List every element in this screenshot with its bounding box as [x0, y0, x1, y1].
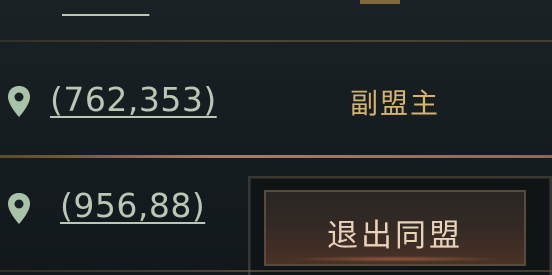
coordinate-link[interactable]: (762,353) — [50, 80, 217, 119]
location-pin-icon — [8, 86, 30, 117]
rank-text-fragment — [360, 0, 400, 4]
row-divider-highlight — [0, 155, 552, 158]
leave-alliance-button[interactable]: 退出同盟 — [264, 190, 526, 266]
location-pin-icon — [8, 193, 30, 224]
member-row: (762,353) 副盟主 — [0, 42, 552, 154]
coordinate-link[interactable]: (956,88) — [60, 186, 205, 225]
member-row: (--,--) — [0, 0, 552, 22]
row-divider — [0, 270, 552, 272]
button-glow — [286, 256, 504, 262]
coordinate-link[interactable]: (--,--) — [62, 0, 149, 17]
leave-alliance-label: 退出同盟 — [327, 218, 463, 254]
member-rank: 副盟主 — [350, 87, 441, 120]
alliance-member-list: (--,--) (762,353) 副盟主 (956,88) 退出同盟 — [0, 0, 552, 275]
